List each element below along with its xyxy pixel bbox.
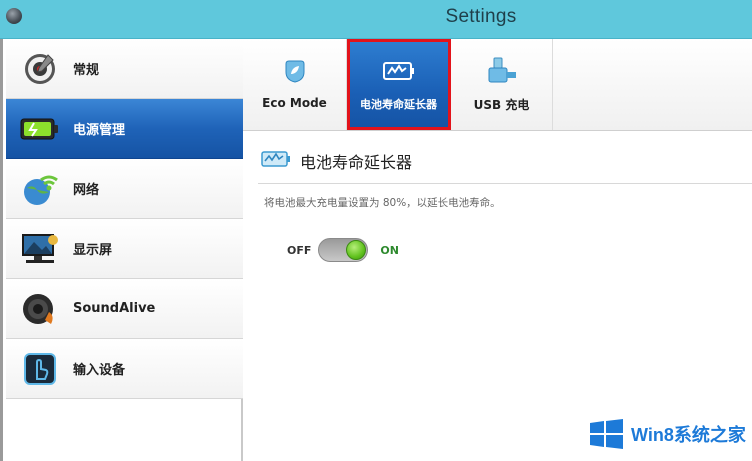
sidebar-item-label: 电源管理 bbox=[73, 123, 126, 138]
toggle-knob bbox=[346, 240, 367, 260]
content-panel: 电池寿命延长器 将电池最大充电量设置为 80%，以延长电池寿命。 OFF ON bbox=[243, 131, 752, 461]
usb-charge-icon bbox=[485, 56, 519, 86]
watermark-text: Win8系统之家 bbox=[631, 425, 746, 445]
on-label: ON bbox=[380, 243, 399, 257]
touch-hand-icon bbox=[20, 349, 60, 389]
speaker-icon bbox=[20, 289, 60, 329]
tab-label: 电池寿命延长器 bbox=[360, 98, 437, 111]
sidebar-item-display[interactable]: 显示屏 bbox=[6, 219, 243, 279]
sidebar-item-label: 网络 bbox=[73, 183, 100, 198]
section-header: 电池寿命延长器 bbox=[260, 149, 412, 173]
display-icon bbox=[20, 229, 60, 269]
windows-logo-icon bbox=[590, 419, 623, 449]
tab-battery-extender[interactable]: 电池寿命延长器 bbox=[347, 39, 451, 130]
sidebar: 常规 电源管理 网络 显示屏 SoundAlive 输入设备 bbox=[0, 39, 243, 461]
watermark: Win8系统之家 bbox=[588, 419, 746, 449]
tab-usb-charge[interactable]: USB 充电 bbox=[451, 39, 553, 130]
section-description: 将电池最大充电量设置为 80%，以延长电池寿命。 bbox=[264, 197, 501, 209]
sidebar-item-soundalive[interactable]: SoundAlive bbox=[6, 279, 243, 339]
eco-leaf-icon bbox=[278, 56, 312, 86]
tab-eco-mode[interactable]: Eco Mode bbox=[243, 39, 347, 130]
battery-extender-toggle[interactable] bbox=[318, 238, 369, 262]
sidebar-item-label: 输入设备 bbox=[73, 363, 126, 378]
tab-bar: Eco Mode 电池寿命延长器 USB 充电 bbox=[243, 39, 752, 131]
gear-icon bbox=[20, 49, 60, 89]
toggle-row: OFF ON bbox=[287, 238, 399, 262]
wifi-globe-icon bbox=[20, 169, 60, 209]
sidebar-item-general[interactable]: 常规 bbox=[6, 39, 243, 99]
tab-label: Eco Mode bbox=[262, 96, 327, 110]
sidebar-item-label: SoundAlive bbox=[73, 301, 156, 316]
title-bar: Settings bbox=[0, 0, 752, 39]
sidebar-item-label: 常规 bbox=[73, 63, 100, 78]
sidebar-item-label: 显示屏 bbox=[73, 243, 113, 258]
sidebar-item-power[interactable]: 电源管理 bbox=[6, 99, 243, 159]
window-title: Settings bbox=[445, 6, 517, 27]
battery-extender-icon bbox=[260, 149, 292, 173]
section-title: 电池寿命延长器 bbox=[300, 153, 413, 172]
off-label: OFF bbox=[287, 243, 312, 257]
sidebar-item-network[interactable]: 网络 bbox=[6, 159, 243, 219]
battery-extender-icon bbox=[382, 56, 416, 86]
divider bbox=[258, 183, 752, 184]
sidebar-item-input-device[interactable]: 输入设备 bbox=[6, 339, 243, 399]
battery-icon bbox=[20, 109, 60, 149]
tab-label: USB 充电 bbox=[473, 98, 530, 112]
